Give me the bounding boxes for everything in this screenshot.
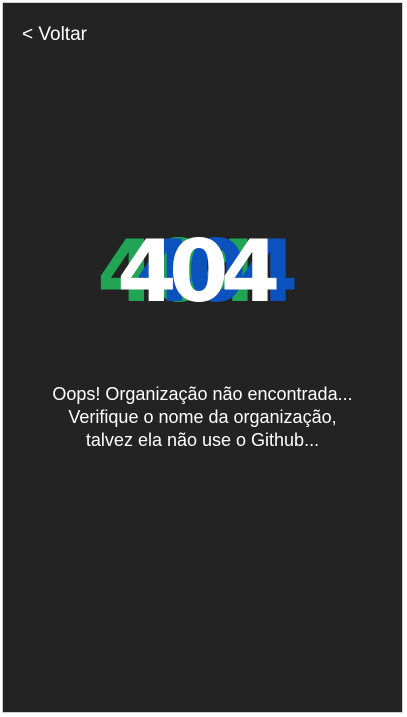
back-link[interactable]: < Voltar <box>22 23 87 47</box>
error-message-line-3: talvez ela não use o Github... <box>85 430 320 450</box>
app-screen: < Voltar 404 404 404 Oops! Organização n… <box>2 2 403 713</box>
error-code: 404 <box>117 222 281 322</box>
error-message-line-1: Oops! Organização não encontrada... <box>52 384 353 404</box>
error-code-graphic: 404 404 404 <box>87 225 317 320</box>
error-message: Oops! Organização não encontrada... Veri… <box>3 383 402 452</box>
error-message-line-2: Verifique o nome da organização, <box>68 407 337 427</box>
